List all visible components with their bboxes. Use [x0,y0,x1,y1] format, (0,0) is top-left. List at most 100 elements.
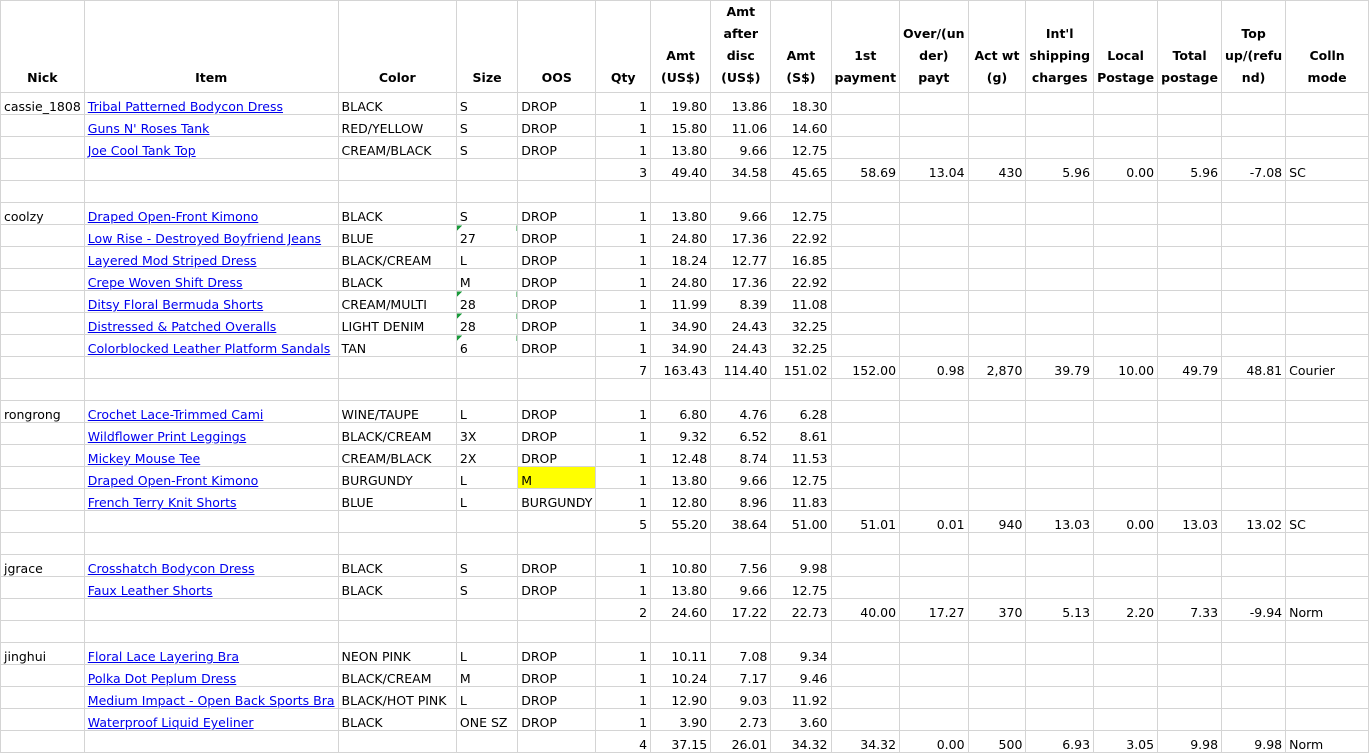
header-total-postage[interactable]: Total postage [1157,0,1223,93]
empty-cell[interactable] [967,334,1027,357]
empty-cell[interactable] [967,708,1027,731]
total-amt-sgd-cell[interactable]: 22.73 [770,598,832,621]
empty-cell[interactable] [830,312,901,335]
item-link-cell[interactable]: Faux Leather Shorts [83,576,339,599]
empty-cell[interactable] [830,422,901,445]
empty-cell[interactable] [1093,488,1159,511]
empty-cell[interactable] [1285,488,1369,511]
empty-cell[interactable] [1025,422,1095,445]
header-act-wt[interactable]: Act wt (g) [967,0,1027,93]
empty-cell[interactable] [1025,312,1095,335]
oos-cell[interactable]: DROP [517,246,597,269]
empty-cell[interactable] [899,554,969,577]
empty-cell[interactable] [899,686,969,709]
amt-sgd-cell[interactable]: 32.25 [770,334,832,357]
header-first-payment[interactable]: 1st payment [830,0,901,93]
empty-cell[interactable] [899,400,969,423]
empty-cell[interactable] [1093,466,1159,489]
size-cell[interactable]: L [455,642,519,665]
empty-cell[interactable] [1093,246,1159,269]
empty-cell[interactable] [1093,290,1159,313]
empty-cell[interactable] [0,598,85,621]
color-cell[interactable]: BLUE [337,488,457,511]
empty-cell[interactable] [1285,246,1369,269]
qty-cell[interactable]: 1 [595,268,652,291]
empty-cell[interactable] [1285,224,1369,247]
empty-cell[interactable] [1221,554,1287,577]
local-postage-cell[interactable]: 10.00 [1093,356,1159,379]
nick-cell[interactable]: coolzy [0,202,85,225]
empty-cell[interactable] [1221,224,1287,247]
empty-cell[interactable] [337,730,457,753]
empty-cell[interactable] [830,554,901,577]
empty-cell[interactable] [1221,400,1287,423]
empty-cell[interactable] [83,180,339,203]
item-link-cell[interactable]: Crochet Lace-Trimmed Cami [83,400,339,423]
color-cell[interactable]: BURGUNDY [337,466,457,489]
empty-cell[interactable] [455,532,519,555]
empty-cell[interactable] [1285,686,1369,709]
oos-cell[interactable]: DROP [517,400,597,423]
amt-sgd-cell[interactable]: 11.08 [770,290,832,313]
empty-cell[interactable] [1157,224,1223,247]
color-cell[interactable]: WINE/TAUPE [337,400,457,423]
empty-cell[interactable] [1157,114,1223,137]
header-amt-after-disc[interactable]: Amt after disc (US$) [710,0,772,93]
oos-cell[interactable]: DROP [517,312,597,335]
empty-cell[interactable] [770,620,832,643]
empty-cell[interactable] [1285,620,1369,643]
empty-cell[interactable] [1025,466,1095,489]
header-size[interactable]: Size [455,0,519,93]
amt-usd-cell[interactable]: 11.99 [650,290,712,313]
empty-cell[interactable] [830,664,901,687]
item-link-cell[interactable]: Polka Dot Peplum Dress [83,664,339,687]
empty-cell[interactable] [1093,686,1159,709]
empty-cell[interactable] [967,312,1027,335]
empty-cell[interactable] [1221,576,1287,599]
empty-cell[interactable] [1093,708,1159,731]
amt-usd-cell[interactable]: 13.80 [650,202,712,225]
size-cell[interactable]: ONE SZ [455,708,519,731]
empty-cell[interactable] [1157,92,1223,115]
empty-cell[interactable] [899,268,969,291]
empty-cell[interactable] [1157,246,1223,269]
empty-cell[interactable] [1025,576,1095,599]
color-cell[interactable]: BLACK/CREAM [337,664,457,687]
total-amt-sgd-cell[interactable]: 34.32 [770,730,832,753]
first-payment-cell[interactable]: 40.00 [830,598,901,621]
header-qty[interactable]: Qty [595,0,652,93]
amt-usd-cell[interactable]: 18.24 [650,246,712,269]
actual-weight-cell[interactable]: 430 [967,158,1027,181]
amt-sgd-cell[interactable]: 22.92 [770,224,832,247]
empty-cell[interactable] [650,180,712,203]
empty-cell[interactable] [967,576,1027,599]
qty-cell[interactable]: 1 [595,554,652,577]
empty-cell[interactable] [1285,312,1369,335]
empty-cell[interactable] [0,158,85,181]
empty-cell[interactable] [1157,136,1223,159]
empty-cell[interactable] [770,532,832,555]
size-cell[interactable]: S [455,92,519,115]
amt-sgd-cell[interactable]: 16.85 [770,246,832,269]
empty-cell[interactable] [455,598,519,621]
empty-cell[interactable] [1093,136,1159,159]
empty-cell[interactable] [1157,400,1223,423]
size-cell[interactable]: S [455,576,519,599]
nick-cell[interactable] [0,444,85,467]
empty-cell[interactable] [517,378,597,401]
empty-cell[interactable] [1285,92,1369,115]
header-item[interactable]: Item [83,0,339,93]
empty-cell[interactable] [1285,400,1369,423]
item-link-cell[interactable]: Crosshatch Bodycon Dress [83,554,339,577]
header-amt-sgd[interactable]: Amt (S$) [770,0,832,93]
nick-cell[interactable] [0,708,85,731]
empty-cell[interactable] [710,532,772,555]
nick-cell[interactable]: jinghui [0,642,85,665]
qty-cell[interactable]: 1 [595,576,652,599]
color-cell[interactable]: CREAM/MULTI [337,290,457,313]
color-cell[interactable]: TAN [337,334,457,357]
total-amt-usd-cell[interactable]: 37.15 [650,730,712,753]
empty-cell[interactable] [830,576,901,599]
amt-usd-cell[interactable]: 34.90 [650,312,712,335]
oos-cell[interactable]: DROP [517,422,597,445]
